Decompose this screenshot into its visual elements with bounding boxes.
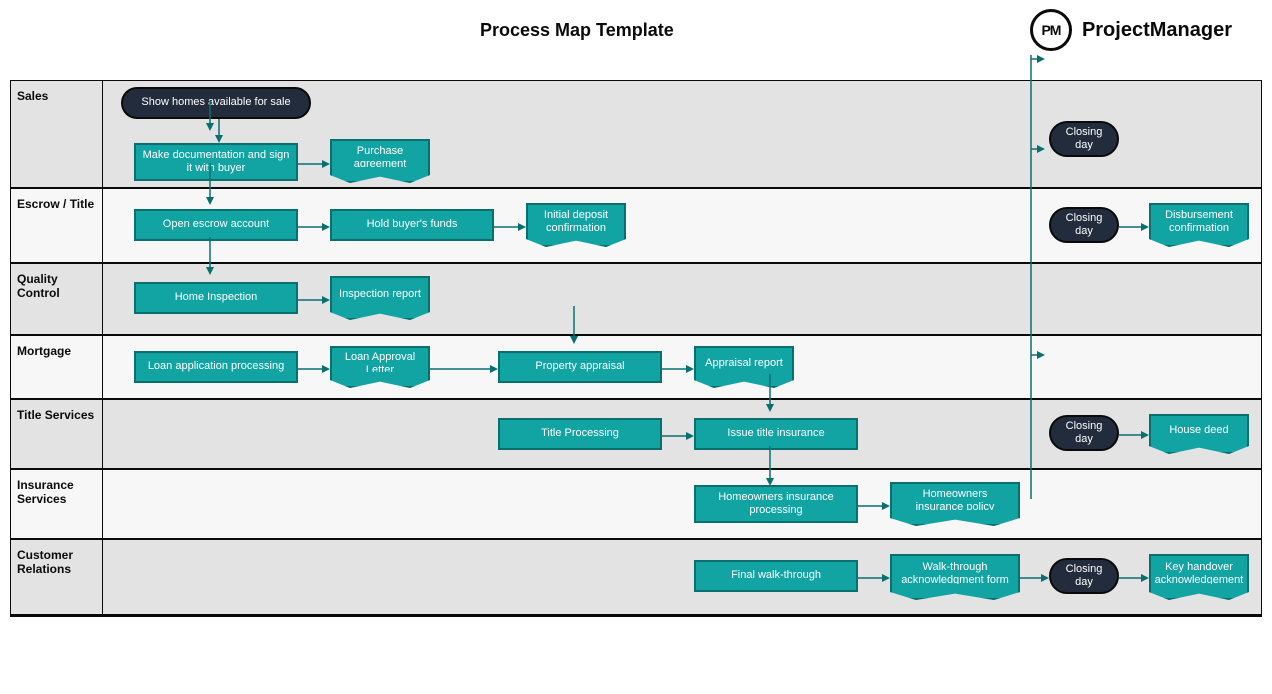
process-property-appraisal: Property appraisal <box>498 351 662 383</box>
document-walk-ack: Walk-through acknowledgment form <box>890 554 1020 592</box>
terminator-show-homes: Show homes available for sale <box>121 87 311 119</box>
brand-logo-icon: PM <box>1030 9 1072 51</box>
document-loan-approval: Loan Approval Letter <box>330 346 430 380</box>
brand: PM ProjectManager <box>1030 9 1232 51</box>
brand-name: ProjectManager <box>1082 19 1232 42</box>
lane-mortgage: Mortgage Loan application processing Loa… <box>11 336 1261 400</box>
lane-customer: Customer Relations Final walk-through Wa… <box>11 540 1261 616</box>
process-open-escrow: Open escrow account <box>134 209 298 241</box>
page-title: Process Map Template <box>480 20 674 41</box>
lane-insurance: Insurance Services Homeowners insurance … <box>11 470 1261 540</box>
terminator-closing-escrow: Closing day <box>1049 207 1119 243</box>
lane-label: Sales <box>11 81 103 187</box>
lane-sales: Sales Show homes available for sale Make… <box>11 81 1261 189</box>
document-homeowners-policy: Homeowners insurance policy <box>890 482 1020 518</box>
lane-label: Mortgage <box>11 336 103 398</box>
document-initial-deposit: Initial deposit confirmation <box>526 203 626 239</box>
lane-label: Quality Control <box>11 264 103 334</box>
document-disbursement: Disbursement confirmation <box>1149 203 1249 239</box>
lane-label: Title Services <box>11 400 103 468</box>
process-hold-funds: Hold buyer's funds <box>330 209 494 241</box>
process-title-processing: Title Processing <box>498 418 662 450</box>
lane-label: Insurance Services <box>11 470 103 538</box>
process-home-inspection: Home Inspection <box>134 282 298 314</box>
process-loan-processing: Loan application processing <box>134 351 298 383</box>
document-inspection-report: Inspection report <box>330 276 430 312</box>
document-appraisal-report: Appraisal report <box>694 346 794 380</box>
document-house-deed: House deed <box>1149 414 1249 446</box>
lane-escrow: Escrow / Title Open escrow account Hold … <box>11 189 1261 264</box>
header: Process Map Template PM ProjectManager <box>0 0 1272 60</box>
process-homeowners-proc: Homeowners insurance processing <box>694 485 858 523</box>
process-grid: Sales Show homes available for sale Make… <box>10 80 1262 617</box>
lane-label: Customer Relations <box>11 540 103 614</box>
lane-title: Title Services Title Processing Issue ti… <box>11 400 1261 470</box>
terminator-closing-sales: Closing day <box>1049 121 1119 157</box>
process-make-doc: Make documentation and sign it with buye… <box>134 143 298 181</box>
process-final-walk: Final walk-through <box>694 560 858 592</box>
lane-label: Escrow / Title <box>11 189 103 262</box>
document-key-handover: Key handover acknowledgement <box>1149 554 1249 592</box>
terminator-closing-title: Closing day <box>1049 415 1119 451</box>
lane-quality: Quality Control Home Inspection Inspecti… <box>11 264 1261 336</box>
document-purchase-agreement: Purchase agreement <box>330 139 430 175</box>
terminator-closing-customer: Closing day <box>1049 558 1119 594</box>
process-issue-title-insurance: Issue title insurance <box>694 418 858 450</box>
